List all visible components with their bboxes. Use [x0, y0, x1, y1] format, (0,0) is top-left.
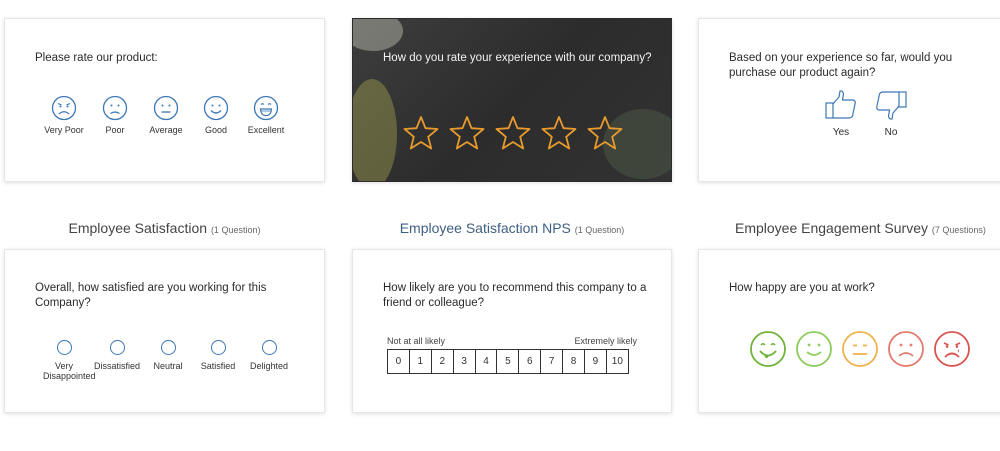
background-flowers-yellow: [353, 79, 397, 181]
radio-button[interactable]: [109, 340, 125, 355]
nps-option-3[interactable]: 3: [452, 349, 476, 374]
very-sad-face-icon: [934, 331, 970, 367]
excellent-face-icon: [253, 95, 279, 121]
option-poor-label: Poor: [105, 125, 125, 135]
good-face-icon: [203, 95, 229, 121]
work-happiness-card: How happy are you at work?: [698, 249, 1000, 413]
neutral-face-icon: [842, 331, 878, 367]
no-label: No: [884, 127, 898, 138]
section-title-text: Employee Satisfaction: [68, 220, 208, 236]
nps-question: How likely are you to recommend this com…: [383, 282, 647, 309]
purchase-again-card: Based on your experience so far, would y…: [698, 18, 1000, 182]
radio-label: Satisfied: [200, 361, 236, 371]
section-title-employee-engagement-survey[interactable]: Employee Engagement Survey (7 Questions): [698, 220, 1000, 236]
radio-button[interactable]: [210, 340, 226, 355]
employee-satisfaction-question: Overall, how satisfied are you working f…: [35, 282, 267, 309]
section-question-count: (7 Questions): [931, 225, 986, 235]
work-happiness-question: How happy are you at work?: [729, 282, 875, 294]
nps-scale: 0 1 2 3 4 5 6 7 8 9 10: [387, 349, 629, 374]
option-very-poor-label: Very Poor: [44, 125, 84, 135]
star-icon: [495, 116, 531, 150]
section-title-employee-satisfaction[interactable]: Employee Satisfaction (1 Question): [4, 220, 325, 236]
product-rating-question: Please rate our product:: [35, 52, 158, 64]
yes-option[interactable]: Yes: [821, 89, 861, 138]
radio-label: Neutral: [153, 361, 183, 371]
option-excellent[interactable]: Excellent: [236, 95, 296, 135]
average-face-icon: [153, 95, 179, 121]
thumbs-up-icon: [825, 90, 856, 119]
radio-button[interactable]: [56, 340, 72, 355]
section-title-text: Employee Satisfaction NPS: [399, 220, 571, 236]
nps-option-0[interactable]: 0: [387, 349, 410, 374]
star-icon: [587, 116, 623, 150]
thumbs-down-icon: [876, 91, 907, 120]
happy-option[interactable]: [795, 330, 833, 373]
poor-face-icon: [102, 95, 128, 121]
product-rating-card: Please rate our product: Very Poor Poor …: [4, 18, 325, 182]
nps-option-1[interactable]: 1: [408, 349, 432, 374]
very-happy-face-icon: [750, 331, 786, 367]
section-question-count: (1 Question): [574, 225, 625, 235]
star-icon: [541, 116, 577, 150]
nps-option-9[interactable]: 9: [584, 349, 607, 374]
happy-face-icon: [796, 331, 832, 367]
sad-face-icon: [888, 331, 924, 367]
section-title-text: Employee Engagement Survey: [735, 220, 928, 236]
star-4[interactable]: [541, 115, 577, 151]
star-5[interactable]: [587, 115, 623, 151]
nps-high-label: Extremely likely: [574, 336, 637, 346]
nps-option-4[interactable]: 4: [474, 349, 498, 374]
star-1[interactable]: [403, 115, 439, 151]
experience-rating-card: How do you rate your experience with our…: [352, 18, 672, 182]
purchase-again-question: Based on your experience so far, would y…: [729, 52, 953, 79]
option-excellent-label: Excellent: [247, 125, 285, 135]
nps-option-7[interactable]: 7: [540, 349, 564, 374]
radio-delighted[interactable]: Delighted: [237, 340, 301, 371]
no-option[interactable]: No: [871, 89, 911, 138]
nps-option-2[interactable]: 2: [430, 349, 454, 374]
nps-scale-labels: Not at all likely Extremely likely: [387, 336, 637, 346]
radio-button[interactable]: [160, 340, 176, 355]
section-question-count: (1 Question): [210, 225, 261, 235]
star-icon: [403, 116, 439, 150]
radio-label: Dissatisfied: [93, 361, 140, 371]
star-rating: [403, 115, 623, 151]
background-flowers: [353, 19, 403, 51]
yes-label: Yes: [832, 127, 850, 138]
neutral-option[interactable]: [841, 330, 879, 373]
very-poor-face-icon: [51, 95, 77, 121]
option-average-label: Average: [149, 125, 183, 135]
option-good-label: Good: [204, 125, 228, 135]
very-happy-option[interactable]: [749, 330, 787, 373]
very-sad-option[interactable]: [933, 330, 971, 373]
experience-question: How do you rate your experience with our…: [383, 52, 652, 64]
radio-button[interactable]: [261, 340, 277, 355]
nps-option-8[interactable]: 8: [562, 349, 586, 374]
nps-option-5[interactable]: 5: [496, 349, 520, 374]
star-2[interactable]: [449, 115, 485, 151]
star-icon: [449, 116, 485, 150]
nps-low-label: Not at all likely: [387, 336, 446, 346]
radio-label: Very Disappointed: [43, 361, 96, 381]
nps-card: How likely are you to recommend this com…: [352, 249, 672, 413]
employee-satisfaction-card: Overall, how satisfied are you working f…: [4, 249, 325, 413]
section-title-employee-satisfaction-nps[interactable]: Employee Satisfaction NPS (1 Question): [352, 220, 672, 236]
nps-option-10[interactable]: 10: [605, 349, 629, 374]
star-3[interactable]: [495, 115, 531, 151]
radio-label: Delighted: [249, 361, 289, 371]
sad-option[interactable]: [887, 330, 925, 373]
nps-option-6[interactable]: 6: [518, 349, 542, 374]
